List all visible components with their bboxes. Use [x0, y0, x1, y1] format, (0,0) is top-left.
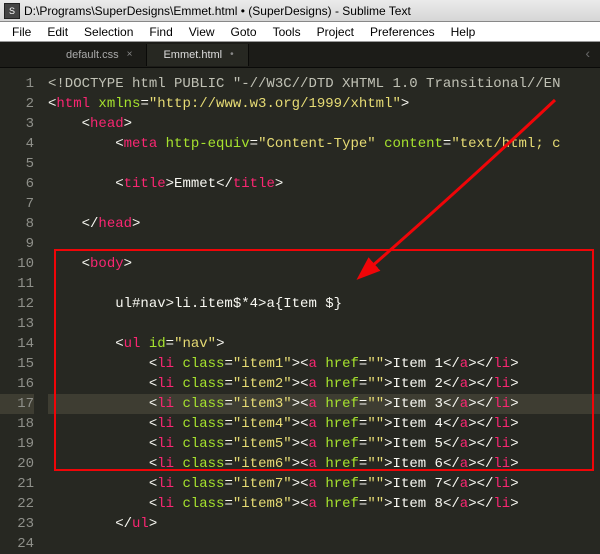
tab-default-css[interactable]: default.css ×: [50, 44, 147, 66]
window-title: D:\Programs\SuperDesigns\Emmet.html • (S…: [24, 4, 411, 18]
menu-tools[interactable]: Tools: [265, 23, 309, 41]
menu-project[interactable]: Project: [309, 23, 362, 41]
menu-selection[interactable]: Selection: [76, 23, 141, 41]
menu-goto[interactable]: Goto: [223, 23, 265, 41]
close-icon[interactable]: ×: [127, 49, 133, 60]
line-number-gutter: 123456789101112131415161718192021222324: [0, 68, 48, 530]
tab-label: Emmet.html: [163, 49, 222, 61]
menu-file[interactable]: File: [4, 23, 39, 41]
menu-edit[interactable]: Edit: [39, 23, 76, 41]
title-bar: S D:\Programs\SuperDesigns\Emmet.html • …: [0, 0, 600, 22]
tab-label: default.css: [66, 49, 119, 61]
menu-view[interactable]: View: [181, 23, 223, 41]
tab-bar: default.css × Emmet.html • ‹: [0, 42, 600, 68]
app-icon: S: [4, 3, 20, 19]
menu-help[interactable]: Help: [443, 23, 484, 41]
tab-emmet-html[interactable]: Emmet.html •: [147, 44, 248, 66]
code-area[interactable]: <!DOCTYPE html PUBLIC "-//W3C//DTD XHTML…: [48, 68, 600, 530]
menu-find[interactable]: Find: [141, 23, 180, 41]
menu-preferences[interactable]: Preferences: [362, 23, 443, 41]
menu-bar: File Edit Selection Find View Goto Tools…: [0, 22, 600, 42]
dirty-icon[interactable]: •: [230, 49, 234, 60]
tab-scroll-left-icon[interactable]: ‹: [576, 47, 600, 63]
